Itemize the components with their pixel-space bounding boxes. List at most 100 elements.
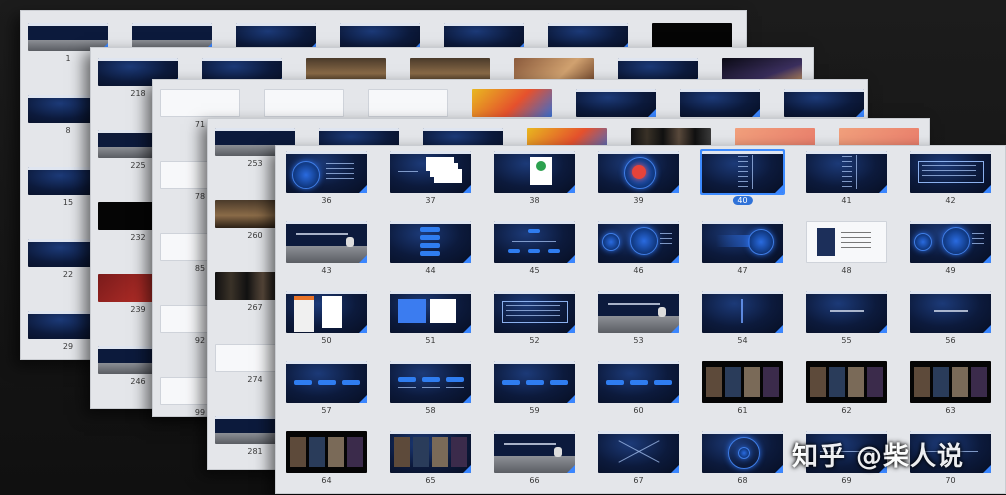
slide-number: 47 xyxy=(737,266,748,275)
slide-number: 55 xyxy=(841,336,852,345)
slide-header-bar xyxy=(910,431,991,434)
slide-preview xyxy=(702,361,783,403)
slide-thumbnail[interactable]: 59 xyxy=(494,361,575,417)
slide-thumbnail[interactable]: 57 xyxy=(286,361,367,417)
slide-preview xyxy=(702,291,783,333)
slide-thumbnail[interactable]: 42 xyxy=(910,151,991,207)
slide-corner-accent xyxy=(775,325,783,333)
slide-number: 49 xyxy=(945,266,956,275)
text-line xyxy=(326,163,354,164)
slide-preview xyxy=(494,431,575,473)
paper-card xyxy=(434,169,462,183)
slide-header-bar xyxy=(494,361,575,364)
slide-number: 64 xyxy=(321,476,332,485)
text-line xyxy=(398,171,418,172)
slide-thumbnail[interactable]: 53 xyxy=(598,291,679,347)
slide-header-bar xyxy=(702,291,783,294)
slide-preview xyxy=(806,361,887,403)
slide-header-bar xyxy=(423,128,503,131)
slide-thumbnail[interactable]: 51 xyxy=(390,291,471,347)
slide-number: 50 xyxy=(321,336,332,345)
slide-thumbnail[interactable]: 63 xyxy=(910,361,991,417)
text-line xyxy=(972,233,984,234)
slide-thumbnail[interactable]: 49 xyxy=(910,221,991,277)
text-line xyxy=(922,170,976,171)
slide-header-bar xyxy=(28,23,108,26)
list-line xyxy=(842,176,852,177)
photo-tile xyxy=(413,437,429,467)
slide-corner-accent xyxy=(856,109,864,117)
slide-thumbnail[interactable]: 44 xyxy=(390,221,471,277)
slide-header-bar xyxy=(390,291,471,294)
photo-tile xyxy=(763,367,779,397)
slide-header-bar xyxy=(98,58,178,61)
slide-thumbnail[interactable]: 37 xyxy=(390,151,471,207)
slide-corner-accent xyxy=(671,325,679,333)
slide-thumbnail[interactable]: 60 xyxy=(598,361,679,417)
slide-header-bar xyxy=(202,58,282,61)
slide-preview xyxy=(286,431,367,473)
slide-header-bar xyxy=(548,23,628,26)
slide-corner-accent xyxy=(463,325,471,333)
slide-header-bar xyxy=(598,151,679,154)
slide-thumbnail[interactable]: 67 xyxy=(598,431,679,487)
poster xyxy=(322,296,342,328)
photo-tile xyxy=(971,367,987,397)
slide-thumbnail[interactable]: 43 xyxy=(286,221,367,277)
slide-thumbnail[interactable]: 50 xyxy=(286,291,367,347)
slide-header-bar xyxy=(618,58,698,61)
slide-corner-accent xyxy=(752,109,760,117)
slide-thumbnail[interactable]: 39 xyxy=(598,151,679,207)
slide-preview xyxy=(910,151,991,193)
slide-thumbnail[interactable]: 48 xyxy=(806,221,887,277)
selection-frame xyxy=(700,149,785,195)
slide-header-bar xyxy=(598,291,679,294)
slide-preview xyxy=(702,221,783,263)
option-pill xyxy=(654,380,672,385)
slide-header-bar xyxy=(390,431,471,434)
text-line xyxy=(660,243,672,244)
orbit-core xyxy=(738,447,750,459)
slide-preview xyxy=(286,221,367,263)
slide-corner-accent xyxy=(983,325,991,333)
text-line xyxy=(922,165,976,166)
slide-corner-accent xyxy=(671,255,679,263)
slide-corner-accent xyxy=(671,465,679,473)
photo-tile xyxy=(725,367,741,397)
slide-thumbnail[interactable]: 40 xyxy=(700,149,785,207)
slide-thumbnail[interactable]: 62 xyxy=(806,361,887,417)
slide-thumbnail[interactable]: 58 xyxy=(390,361,471,417)
photo-tile xyxy=(867,367,883,397)
slide-thumbnail[interactable]: 66 xyxy=(494,431,575,487)
slide-thumbnail[interactable]: 61 xyxy=(702,361,783,417)
slide-thumbnail[interactable]: 36 xyxy=(286,151,367,207)
bubble xyxy=(748,229,774,255)
slide-thumbnail[interactable]: 52 xyxy=(494,291,575,347)
slide-thumbnail[interactable]: 56 xyxy=(910,291,991,347)
slide-thumbnail[interactable]: 47 xyxy=(702,221,783,277)
slide-preview xyxy=(390,431,471,473)
slide-corner-accent xyxy=(567,465,575,473)
slide-header-bar xyxy=(390,221,471,224)
slide-preview xyxy=(390,221,471,263)
slide-thumbnail[interactable]: 45 xyxy=(494,221,575,277)
slide-header-bar xyxy=(494,291,575,294)
title-line xyxy=(504,443,556,445)
slide-thumbnail[interactable]: 64 xyxy=(286,431,367,487)
slide-thumbnail[interactable]: 46 xyxy=(598,221,679,277)
slide-number: 48 xyxy=(841,266,852,275)
slide-preview xyxy=(680,89,760,117)
title-line xyxy=(934,310,968,312)
slide-thumbnail[interactable]: 68 xyxy=(702,431,783,487)
option-pill xyxy=(422,377,440,382)
option-pill xyxy=(550,380,568,385)
slide-thumbnail[interactable]: 65 xyxy=(390,431,471,487)
slide-thumbnail[interactable]: 54 xyxy=(702,291,783,347)
slide-header-bar xyxy=(494,431,575,434)
slide-thumbnail[interactable]: 41 xyxy=(806,151,887,207)
slide-header-bar xyxy=(340,23,420,26)
slide-thumbnail[interactable]: 55 xyxy=(806,291,887,347)
slide-thumbnail[interactable]: 38 xyxy=(494,151,575,207)
red-core xyxy=(632,165,646,179)
slide-header-bar xyxy=(910,291,991,294)
